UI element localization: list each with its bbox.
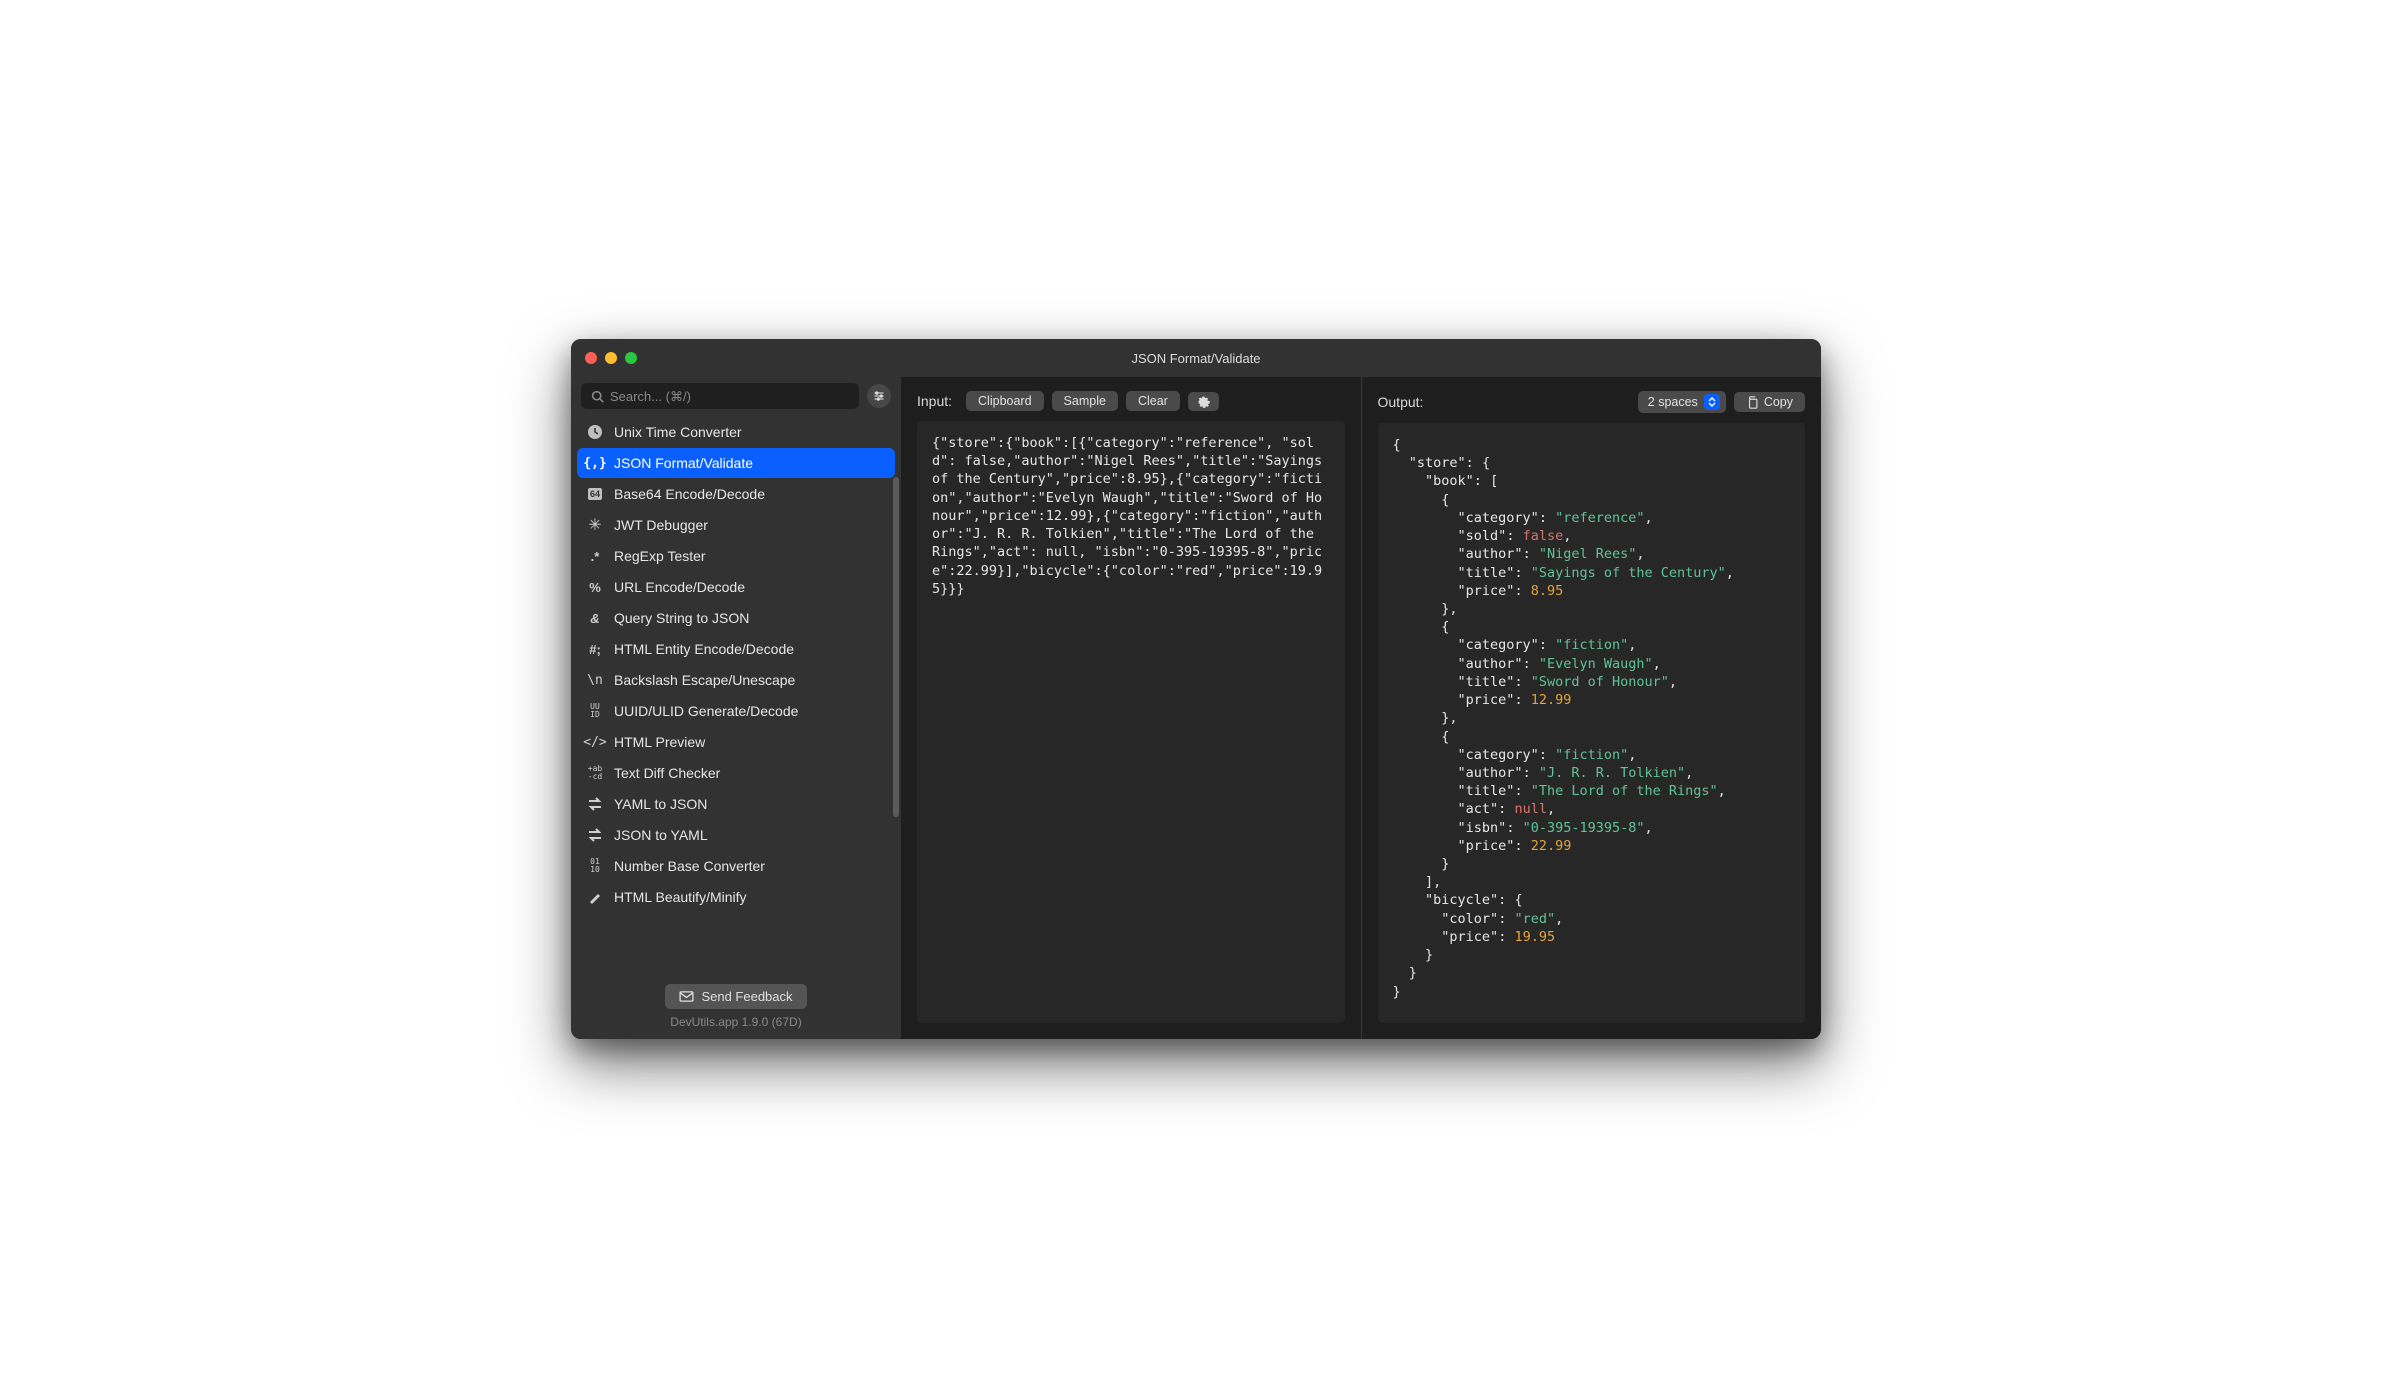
clipboard-button[interactable]: Clipboard (966, 391, 1044, 411)
search-icon (591, 390, 604, 403)
percent-icon: % (586, 578, 604, 596)
clear-button[interactable]: Clear (1126, 391, 1180, 411)
input-settings-button[interactable] (1188, 392, 1219, 411)
sidebar-item-label: Backslash Escape/Unescape (614, 672, 795, 688)
gear-icon (1197, 395, 1210, 408)
sidebar-item[interactable]: Unix Time Converter (577, 417, 895, 447)
sidebar-item-label: Unix Time Converter (614, 424, 742, 440)
json-braces-icon: {,} (586, 454, 604, 472)
sidebar-item[interactable]: HTML Beautify/Minify (577, 882, 895, 912)
send-feedback-button[interactable]: Send Feedback (665, 984, 806, 1009)
sidebar-item-label: HTML Beautify/Minify (614, 889, 747, 905)
window-title: JSON Format/Validate (571, 351, 1821, 366)
sidebar-item-label: HTML Preview (614, 734, 705, 750)
app-version: DevUtils.app 1.9.0 (67D) (571, 1015, 901, 1029)
input-pane: Input: Clipboard Sample Clear {"store":{… (901, 377, 1361, 1039)
envelope-icon (679, 991, 694, 1002)
copy-icon (1746, 396, 1758, 409)
wand-icon (586, 888, 604, 906)
swap-icon (586, 826, 604, 844)
copy-button[interactable]: Copy (1734, 392, 1805, 412)
chevron-updown-icon (1704, 394, 1720, 410)
sample-button[interactable]: Sample (1052, 391, 1118, 411)
sidebar-item-label: HTML Entity Encode/Decode (614, 641, 794, 657)
sidebar-item[interactable]: .* RegExp Tester (577, 541, 895, 571)
sidebar-item-label: JWT Debugger (614, 517, 708, 533)
sidebar: Unix Time Converter {,} JSON Format/Valida… (571, 377, 901, 1039)
input-label: Input: (917, 393, 952, 409)
input-textarea[interactable]: {"store":{"book":[{"category":"reference… (917, 421, 1345, 1023)
sidebar-item[interactable]: YAML to JSON (577, 789, 895, 819)
titlebar: JSON Format/Validate (571, 339, 1821, 377)
window-minimize-button[interactable] (605, 352, 617, 364)
indent-select[interactable]: 2 spaces (1638, 391, 1726, 413)
binary-icon: 0110 (586, 857, 604, 875)
sliders-icon (873, 390, 885, 402)
tool-list: Unix Time Converter {,} JSON Format/Valida… (571, 415, 901, 976)
sidebar-item-label: Text Diff Checker (614, 765, 720, 781)
swap-icon (586, 795, 604, 813)
sidebar-item-label: UUID/ULID Generate/Decode (614, 703, 798, 719)
sidebar-item[interactable]: 64 Base64 Encode/Decode (577, 479, 895, 509)
sidebar-item-label: Base64 Encode/Decode (614, 486, 765, 502)
regex-icon: .* (586, 547, 604, 565)
sidebar-item[interactable]: JSON to YAML (577, 820, 895, 850)
sidebar-item[interactable]: +ab-cd Text Diff Checker (577, 758, 895, 788)
sidebar-item-label: Query String to JSON (614, 610, 749, 626)
output-label: Output: (1378, 394, 1424, 410)
sidebar-item[interactable]: </> HTML Preview (577, 727, 895, 757)
output-view[interactable]: { "store": { "book": [ { "category": "re… (1378, 423, 1806, 1023)
app-body: Unix Time Converter {,} JSON Format/Valida… (571, 377, 1821, 1039)
sidebar-scrollbar[interactable] (893, 477, 899, 817)
send-feedback-label: Send Feedback (701, 989, 792, 1004)
base64-icon: 64 (586, 485, 604, 503)
hash-icon: #; (586, 640, 604, 658)
input-text: {"store":{"book":[{"category":"reference… (932, 434, 1330, 598)
sidebar-item[interactable]: &Query String to JSON (577, 603, 895, 633)
copy-label: Copy (1764, 395, 1793, 409)
traffic-lights (571, 352, 637, 364)
ampersand-icon: & (586, 609, 604, 627)
indent-select-value: 2 spaces (1648, 395, 1698, 409)
sidebar-item-label: RegExp Tester (614, 548, 706, 564)
search-input[interactable] (610, 389, 849, 404)
uuid-icon: UUID (586, 702, 604, 720)
app-window: JSON Format/Validate Unix Time Converter… (571, 339, 1821, 1039)
sidebar-item[interactable]: {,} JSON Format/Validate (577, 448, 895, 478)
diff-icon: +ab-cd (586, 764, 604, 782)
window-close-button[interactable] (585, 352, 597, 364)
sidebar-item[interactable]: ✳︎ JWT Debugger (577, 510, 895, 540)
html-tag-icon: </> (586, 733, 604, 751)
output-text: { "store": { "book": [ { "category": "re… (1393, 436, 1791, 1001)
clock-icon (586, 423, 604, 441)
sidebar-item[interactable]: \n Backslash Escape/Unescape (577, 665, 895, 695)
sidebar-item[interactable]: UUID UUID/ULID Generate/Decode (577, 696, 895, 726)
jwt-icon: ✳︎ (586, 516, 604, 534)
window-zoom-button[interactable] (625, 352, 637, 364)
backslash-icon: \n (586, 671, 604, 689)
sidebar-item-label: YAML to JSON (614, 796, 707, 812)
sidebar-item[interactable]: % URL Encode/Decode (577, 572, 895, 602)
output-pane: Output: 2 spaces Copy { (1361, 377, 1822, 1039)
sidebar-item[interactable]: #; HTML Entity Encode/Decode (577, 634, 895, 664)
sidebar-item-label: JSON to YAML (614, 827, 708, 843)
main-content: Input: Clipboard Sample Clear {"store":{… (901, 377, 1821, 1039)
filter-settings-button[interactable] (867, 384, 891, 408)
sidebar-item-label: JSON Format/Validate (614, 455, 753, 471)
sidebar-item[interactable]: 0110 Number Base Converter (577, 851, 895, 881)
search-input-wrap[interactable] (581, 383, 859, 409)
sidebar-item-label: URL Encode/Decode (614, 579, 745, 595)
sidebar-item-label: Number Base Converter (614, 858, 765, 874)
